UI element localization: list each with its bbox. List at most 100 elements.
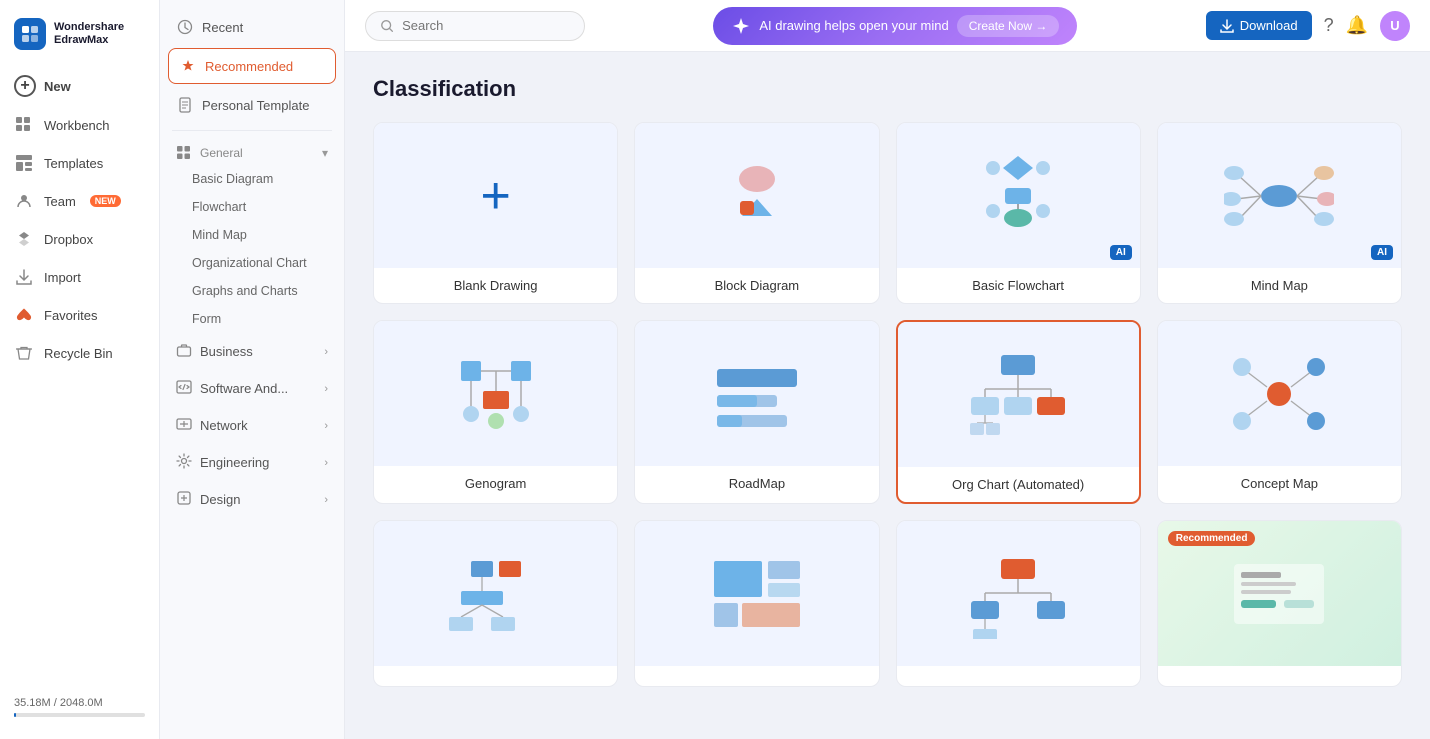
main-content: AI drawing helps open your mind Create N… [345,0,1430,739]
app-logo: Wondershare EdrawMax [0,10,159,66]
sub-flowchart[interactable]: Flowchart [160,193,344,221]
general-label: General [200,146,243,160]
orgchart-svg [963,345,1073,445]
recommended-card-svg [1229,554,1329,634]
recent-label: Recent [202,20,243,35]
sidebar-item-team[interactable]: Team NEW [0,182,159,220]
mid-section-general[interactable]: General ▾ [160,137,344,165]
card-label-hierarchy [897,666,1140,686]
ai-banner-text: AI drawing helps open your mind [759,18,948,33]
storage-bar: 35.18M / 2048.0M [0,685,159,729]
conceptmap-svg [1224,349,1334,439]
logo-text: Wondershare EdrawMax [54,21,124,47]
user-avatar[interactable]: U [1380,11,1410,41]
chevron-right-icon: › [324,346,328,358]
hierarchy-svg [963,549,1073,639]
mid-item-personal-template[interactable]: Personal Template [160,86,344,124]
sidebar-item-recycle[interactable]: Recycle Bin [0,334,159,372]
notification-button[interactable]: 🔔 [1346,15,1368,36]
sub-form[interactable]: Form [160,305,344,333]
thumb-blank: + [374,123,617,268]
storage-track [14,713,145,717]
card-label-roadmap: RoadMap [635,466,878,501]
briefcase-icon [176,342,192,361]
mid-item-software[interactable]: Software And... › [160,370,344,407]
business-label: Business [200,344,253,359]
dropbox-icon [14,229,34,249]
sub-graphs-charts[interactable]: Graphs and Charts [160,277,344,305]
download-button[interactable]: Download [1206,11,1312,40]
sidebar-item-import[interactable]: Import [0,258,159,296]
card-mindmap[interactable]: AI Mind Map [1157,122,1402,304]
templates-icon [14,153,34,173]
sidebar-item-workbench[interactable]: Workbench [0,106,159,144]
search-bar[interactable] [365,11,585,41]
sub-mind-map[interactable]: Mind Map [160,221,344,249]
ai-badge-mindmap: AI [1371,245,1393,260]
sub-basic-diagram[interactable]: Basic Diagram [160,165,344,193]
storage-fill [14,713,16,717]
help-button[interactable]: ? [1324,15,1334,36]
sidebar-item-templates[interactable]: Templates [0,144,159,182]
genogram-svg [441,349,551,439]
card-label-genogram: Genogram [374,466,617,501]
search-input[interactable] [402,18,570,33]
mid-item-network[interactable]: Network › [160,407,344,444]
card-treemap[interactable] [634,520,879,687]
search-icon [380,18,394,34]
card-genogram[interactable]: Genogram [373,320,618,504]
thumb-orgchart [898,322,1139,467]
ai-create-button[interactable]: Create Now → [957,15,1060,37]
mindmap-svg [1224,151,1334,241]
card-conceptmap[interactable]: Concept Map [1157,320,1402,504]
card-label-blank: Blank Drawing [374,268,617,303]
engineering-label: Engineering [200,455,269,470]
sidebar-item-dropbox[interactable]: Dropbox [0,220,159,258]
recommended-label: Recommended [205,59,293,74]
ai-icon [731,16,751,36]
card-label-treemap [635,666,878,686]
card-flowchart[interactable]: AI Basic Flowchart [896,122,1141,304]
sub-org-chart[interactable]: Organizational Chart [160,249,344,277]
cards-grid: + Blank Drawing Block Diagram [373,122,1402,687]
mid-item-recommended[interactable]: Recommended [168,48,336,84]
new-plus-icon: + [14,75,36,97]
network1-svg [441,549,551,639]
ai-banner[interactable]: AI drawing helps open your mind Create N… [713,7,1077,45]
thumb-hierarchy [897,521,1140,666]
gear-icon [176,453,192,472]
network-icon [176,416,192,435]
plus-icon: + [480,170,510,222]
card-block[interactable]: Block Diagram [634,122,879,304]
card-network1[interactable] [373,520,618,687]
import-icon [14,267,34,287]
recommended-badge: Recommended [1168,531,1256,546]
mid-item-business[interactable]: Business › [160,333,344,370]
left-sidebar: Wondershare EdrawMax + New Workbench [0,0,160,739]
sidebar-item-new[interactable]: + New [0,66,159,106]
favorites-label: Favorites [44,308,97,323]
card-recommended[interactable]: Recommended [1157,520,1402,687]
chevron-right-icon5: › [324,494,328,506]
star-icon [179,57,197,75]
import-label: Import [44,270,81,285]
recycle-icon [14,343,34,363]
card-orgchart[interactable]: Org Chart (Automated) [896,320,1141,504]
card-roadmap[interactable]: RoadMap [634,320,879,504]
card-blank[interactable]: + Blank Drawing [373,122,618,304]
mid-item-recent[interactable]: Recent [160,8,344,46]
templates-label: Templates [44,156,103,171]
thumb-genogram [374,321,617,466]
team-icon [14,191,34,211]
recycle-label: Recycle Bin [44,346,113,361]
card-hierarchy[interactable] [896,520,1141,687]
team-label: Team [44,194,76,209]
mid-item-engineering[interactable]: Engineering › [160,444,344,481]
mid-item-design[interactable]: Design › [160,481,344,518]
content-area: Classification + Blank Drawing Blo [345,52,1430,739]
chevron-right-icon3: › [324,420,328,432]
card-label-orgchart: Org Chart (Automated) [898,467,1139,502]
topbar-right: Download ? 🔔 U [1206,11,1410,41]
thumb-mindmap: AI [1158,123,1401,268]
sidebar-item-favorites[interactable]: Favorites [0,296,159,334]
